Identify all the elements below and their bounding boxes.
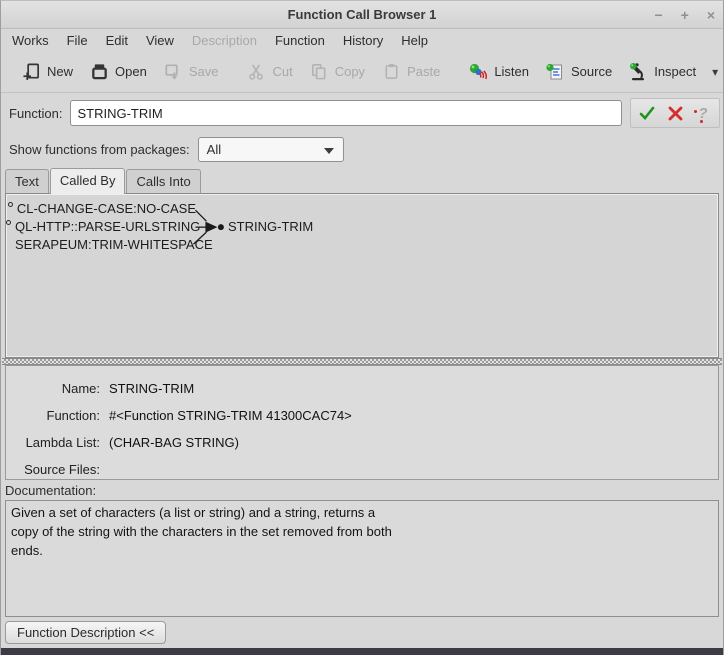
function-label: Function:: [9, 106, 62, 121]
caller-label: SERAPEUM:TRIM-WHITESPACE: [15, 237, 213, 252]
menu-bar: Works File Edit View Description Functio…: [1, 29, 723, 51]
toolbar-overflow-chevron-down-icon[interactable]: ▾: [704, 65, 724, 79]
save-button-label: Save: [189, 64, 219, 79]
function-input[interactable]: [70, 100, 622, 126]
graph-node-target[interactable]: STRING-TRIM: [228, 218, 313, 236]
paste-icon: [381, 62, 401, 82]
title-bar: Function Call Browser 1 − + ×: [1, 1, 723, 29]
graph-node-caller[interactable]: QL-HTTP::PARSE-URLSTRING: [6, 218, 196, 236]
help-question-icon: ?: [698, 105, 707, 122]
new-button[interactable]: New: [13, 58, 81, 86]
minimize-button[interactable]: −: [654, 8, 662, 22]
tab-called-by[interactable]: Called By: [50, 168, 126, 194]
menu-works[interactable]: Works: [3, 31, 58, 50]
caller-list: CL-CHANGE-CASE:NO-CASE QL-HTTP::PARSE-UR…: [6, 200, 196, 254]
paste-button[interactable]: Paste: [373, 58, 448, 86]
paste-button-label: Paste: [407, 64, 440, 79]
packages-dropdown-value: All: [207, 142, 221, 157]
listen-button[interactable]: Listen: [460, 58, 537, 86]
function-object-value: #<Function STRING-TRIM 41300CAC74>: [109, 408, 708, 423]
detail-row-function: Function: #<Function STRING-TRIM 41300CA…: [16, 402, 708, 429]
confirm-button[interactable]: [635, 101, 659, 125]
toolbar: New Open Save: [1, 51, 723, 93]
new-document-icon: [21, 62, 41, 82]
menu-function[interactable]: Function: [266, 31, 334, 50]
documentation-text-pane[interactable]: Given a set of characters (a list or str…: [5, 500, 719, 617]
detail-row-lambda-list: Lambda List: (CHAR-BAG STRING): [16, 429, 708, 456]
cut-button[interactable]: Cut: [238, 58, 300, 86]
green-check-icon: [639, 106, 655, 120]
menu-view[interactable]: View: [137, 31, 183, 50]
expand-node-icon[interactable]: [6, 220, 11, 225]
help-button[interactable]: ?: [691, 101, 715, 125]
copy-icon: [309, 62, 329, 82]
scissors-icon: [246, 62, 266, 82]
window-controls: − + ×: [654, 1, 715, 28]
pane-splitter-handle[interactable]: [2, 358, 722, 365]
packages-bar: Show functions from packages: All: [1, 133, 723, 165]
caller-label: CL-CHANGE-CASE:NO-CASE: [17, 201, 196, 216]
source-files-label: Source Files:: [16, 462, 100, 477]
footer-bar: Function Description <<: [1, 617, 723, 648]
menu-edit[interactable]: Edit: [97, 31, 137, 50]
function-details-pane: Name: STRING-TRIM Function: #<Function S…: [5, 365, 719, 480]
copy-button[interactable]: Copy: [301, 58, 373, 86]
close-button[interactable]: ×: [707, 8, 715, 22]
listen-button-label: Listen: [494, 64, 529, 79]
source-icon: [545, 62, 565, 82]
menu-history[interactable]: History: [334, 31, 392, 50]
tab-text[interactable]: Text: [5, 169, 49, 193]
documentation-label: Documentation:: [5, 483, 96, 498]
function-bar: Function: ?: [1, 93, 723, 133]
red-cross-icon: [668, 106, 683, 121]
menu-help[interactable]: Help: [392, 31, 437, 50]
lambda-list-label: Lambda List:: [16, 435, 100, 450]
open-icon: [89, 62, 109, 82]
graph-node-caller[interactable]: SERAPEUM:TRIM-WHITESPACE: [6, 236, 196, 254]
source-button-label: Source: [571, 64, 612, 79]
inspect-microscope-icon: [628, 62, 648, 82]
inspect-button[interactable]: Inspect: [620, 58, 704, 86]
function-description-toggle-button[interactable]: Function Description <<: [5, 621, 166, 644]
source-button[interactable]: Source: [537, 58, 620, 86]
detail-row-name: Name: STRING-TRIM: [16, 375, 708, 402]
documentation-label-row: Documentation:: [1, 480, 723, 500]
window-bottom-edge: [1, 648, 723, 655]
window-title: Function Call Browser 1: [288, 7, 437, 22]
listener-icon: [468, 62, 488, 82]
function-action-group: ?: [630, 98, 720, 128]
save-icon: [163, 62, 183, 82]
graph-node-caller[interactable]: CL-CHANGE-CASE:NO-CASE: [6, 200, 196, 218]
inspect-button-label: Inspect: [654, 64, 696, 79]
cut-button-label: Cut: [272, 64, 292, 79]
menu-file[interactable]: File: [58, 31, 97, 50]
name-value: STRING-TRIM: [109, 381, 708, 396]
open-button-label: Open: [115, 64, 147, 79]
tab-calls-into[interactable]: Calls Into: [126, 169, 200, 193]
call-graph-panel: CL-CHANGE-CASE:NO-CASE QL-HTTP::PARSE-UR…: [5, 193, 719, 358]
function-call-browser-window: Function Call Browser 1 − + × Works File…: [0, 0, 724, 655]
chevron-down-icon: [324, 148, 334, 154]
caller-label: QL-HTTP::PARSE-URLSTRING: [15, 219, 200, 234]
packages-label: Show functions from packages:: [9, 142, 190, 157]
lambda-list-value: (CHAR-BAG STRING): [109, 435, 708, 450]
copy-button-label: Copy: [335, 64, 365, 79]
menu-description: Description: [183, 31, 266, 50]
cancel-button[interactable]: [663, 101, 687, 125]
new-button-label: New: [47, 64, 73, 79]
maximize-button[interactable]: +: [681, 8, 689, 22]
save-button[interactable]: Save: [155, 58, 227, 86]
tab-bar: Text Called By Calls Into: [1, 165, 723, 193]
expand-node-icon[interactable]: [8, 202, 13, 207]
name-label: Name:: [16, 381, 100, 396]
function-object-label: Function:: [16, 408, 100, 423]
packages-dropdown[interactable]: All: [198, 137, 344, 162]
detail-row-source-files: Source Files:: [16, 456, 708, 483]
open-button[interactable]: Open: [81, 58, 155, 86]
